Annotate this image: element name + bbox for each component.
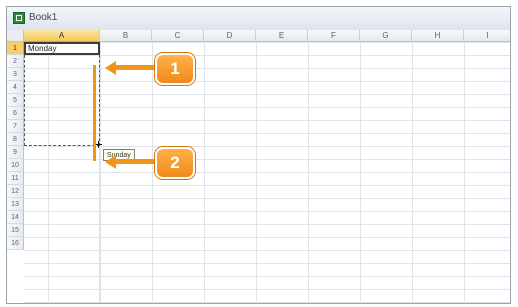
row-header-3[interactable]: 3 (7, 68, 24, 81)
row-header-16[interactable]: 16 (7, 237, 24, 250)
row-header-14[interactable]: 14 (7, 211, 24, 224)
row-header-15[interactable]: 15 (7, 224, 24, 237)
drag-path-line (93, 65, 96, 161)
row-header-11[interactable]: 11 (7, 172, 24, 185)
column-header-f[interactable]: F (308, 30, 360, 42)
excel-window: Book1 A B C D E F G H I 1 2 3 4 5 6 7 8 … (6, 6, 511, 304)
column-header-i[interactable]: I (464, 30, 510, 42)
column-header-d[interactable]: D (204, 30, 256, 42)
row-header-13[interactable]: 13 (7, 198, 24, 211)
title-bar: Book1 (7, 7, 510, 31)
row-header-6[interactable]: 6 (7, 107, 24, 120)
column-header-b[interactable]: B (100, 30, 152, 42)
row-header-9[interactable]: 9 (7, 146, 24, 159)
column-header-h[interactable]: H (412, 30, 464, 42)
callout-1-badge: 1 (155, 53, 195, 85)
row-header-5[interactable]: 5 (7, 94, 24, 107)
row-header-4[interactable]: 4 (7, 81, 24, 94)
row-header-10[interactable]: 10 (7, 159, 24, 172)
autofill-range-outline (24, 55, 100, 146)
column-header-a[interactable]: A (24, 30, 100, 42)
callout-2-arrow-line (115, 159, 157, 164)
column-header-e[interactable]: E (256, 30, 308, 42)
row-header-7[interactable]: 7 (7, 120, 24, 133)
fill-handle-crosshair-icon[interactable] (95, 141, 102, 148)
row-header-8[interactable]: 8 (7, 133, 24, 146)
row-header-2[interactable]: 2 (7, 55, 24, 68)
callout-2-badge: 2 (155, 147, 195, 179)
window-title: Book1 (29, 12, 58, 23)
row-header-1[interactable]: 1 (7, 42, 24, 55)
callout-1-arrow-line (115, 65, 157, 70)
column-header-c[interactable]: C (152, 30, 204, 42)
select-all-corner[interactable] (7, 30, 24, 42)
row-header-12[interactable]: 12 (7, 185, 24, 198)
cell-a1[interactable]: Monday (24, 42, 100, 55)
column-header-g[interactable]: G (360, 30, 412, 42)
excel-sheet-icon (13, 12, 25, 24)
